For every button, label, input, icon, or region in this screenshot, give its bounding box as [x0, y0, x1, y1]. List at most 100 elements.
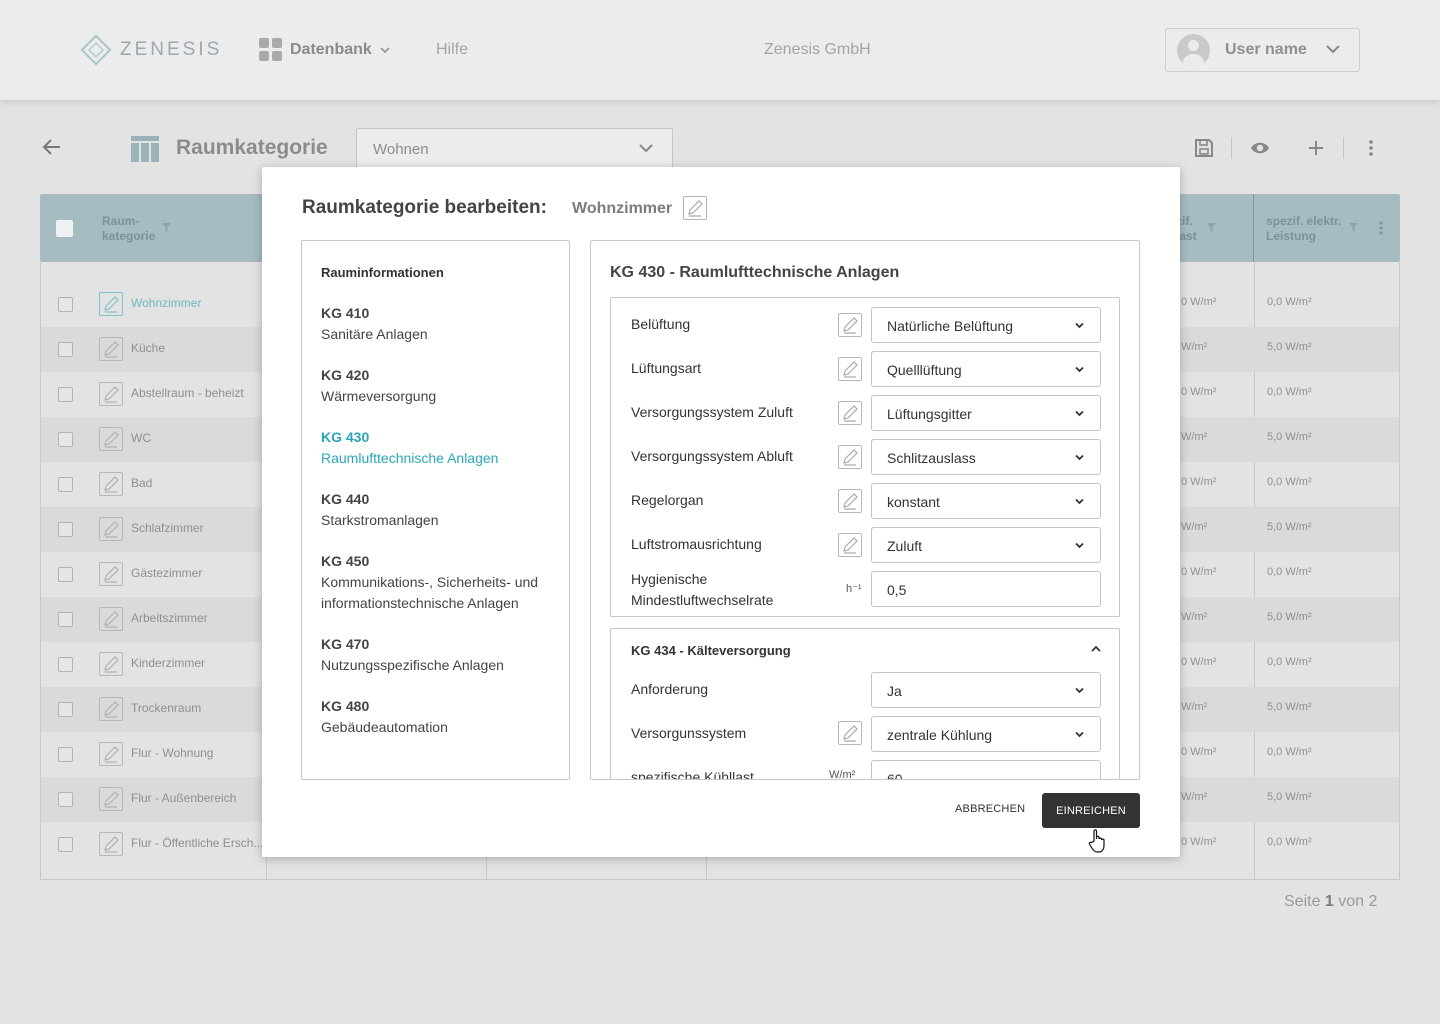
nav-item-kg440[interactable]: KG 440 Starkstromanlagen [321, 489, 561, 531]
row-checkbox[interactable] [58, 342, 73, 357]
row-edit-button[interactable] [99, 427, 123, 451]
row-name[interactable]: Flur - Öffentliche Ersch... [131, 836, 264, 850]
column-header-room-category[interactable]: Raum- kategorie [102, 214, 155, 244]
row-edit-button[interactable] [99, 517, 123, 541]
field-edit-button[interactable] [838, 445, 862, 469]
row-edit-button[interactable] [99, 697, 123, 721]
more-vertical-icon[interactable] [1375, 220, 1387, 236]
row-name[interactable]: WC [131, 431, 151, 445]
eye-icon[interactable] [1249, 137, 1271, 159]
row-edit-button[interactable] [99, 472, 123, 496]
cooling-load-input[interactable]: 60 [871, 760, 1101, 779]
nav-item-code: KG 420 [321, 367, 370, 383]
column-header-power[interactable]: spezif. elektr. Leistung [1266, 214, 1341, 244]
submit-button[interactable]: EINREICHEN [1042, 793, 1140, 828]
pencil-icon [843, 361, 858, 378]
cancel-button[interactable]: ABBRECHEN [955, 803, 1025, 815]
nav-item-kg420[interactable]: KG 420 Wärmeversorgung [321, 365, 561, 407]
field-select[interactable]: Schlitzauslass [871, 439, 1101, 475]
nav-item-code: KG 450 [321, 553, 370, 569]
row-name[interactable]: Wohnzimmer [131, 296, 201, 310]
row-name[interactable]: Arbeitszimmer [131, 611, 208, 625]
field-edit-button[interactable] [838, 313, 862, 337]
nav-item-kg430[interactable]: KG 430 Raumlufttechnische Anlagen [321, 427, 561, 469]
row-checkbox[interactable] [58, 702, 73, 717]
row-name[interactable]: Küche [131, 341, 165, 355]
field-select[interactable]: Natürliche Belüftung [871, 307, 1101, 343]
row-load-value: 0 W/m² [1181, 746, 1217, 758]
field-edit-button[interactable] [838, 401, 862, 425]
row-name[interactable]: Kinderzimmer [131, 656, 205, 670]
row-checkbox[interactable] [58, 747, 73, 762]
row-power-value: 5,0 W/m² [1267, 791, 1312, 803]
pagination-current[interactable]: 1 [1325, 893, 1334, 910]
row-checkbox[interactable] [58, 612, 73, 627]
field-select[interactable]: Zuluft [871, 527, 1101, 563]
nav-item-kg480[interactable]: KG 480 Gebäudeautomation [321, 696, 561, 738]
supply-system-edit-button[interactable] [838, 721, 862, 745]
field-select[interactable]: Lüftungsgitter [871, 395, 1101, 431]
filter-icon[interactable] [1349, 223, 1358, 232]
row-edit-button[interactable] [99, 562, 123, 586]
row-name[interactable]: Abstellraum - beheizt [131, 386, 244, 400]
row-name[interactable]: Flur - Wohnung [131, 746, 213, 760]
chevron-up-icon[interactable] [1091, 645, 1101, 653]
row-checkbox[interactable] [58, 567, 73, 582]
row-name[interactable]: Schlafzimmer [131, 521, 204, 535]
room-info-heading: Rauminformationen [321, 265, 444, 280]
back-arrow-icon[interactable] [40, 135, 64, 159]
nav-item-kg410[interactable]: KG 410 Sanitäre Anlagen [321, 303, 561, 345]
cooling-field-group: KG 434 - Kälteversorgung Anforderung Ja … [610, 628, 1120, 779]
nav-item-kg450[interactable]: KG 450 Kommunikations-, Sicherheits- und… [321, 551, 561, 614]
row-edit-button[interactable] [99, 292, 123, 316]
kg430-form-panel[interactable]: KG 430 - Raumlufttechnische Anlagen Belü… [590, 240, 1140, 780]
page-title: Raumkategorie [176, 136, 328, 159]
row-edit-button[interactable] [99, 832, 123, 856]
row-edit-button[interactable] [99, 787, 123, 811]
save-icon[interactable] [1193, 137, 1215, 159]
row-checkbox[interactable] [58, 657, 73, 672]
row-checkbox[interactable] [58, 477, 73, 492]
field-edit-button[interactable] [838, 533, 862, 557]
category-select[interactable]: Wohnen [356, 128, 673, 168]
supply-system-select[interactable]: zentrale Kühlung [871, 716, 1101, 752]
filter-icon[interactable] [1207, 223, 1216, 232]
nav-item-code: KG 480 [321, 698, 370, 714]
nav-database-menu[interactable]: Datenbank [259, 38, 390, 61]
field-select-value: Zuluft [887, 538, 923, 554]
edit-name-button[interactable] [683, 196, 707, 220]
user-menu[interactable]: User name [1165, 28, 1360, 72]
row-checkbox[interactable] [58, 522, 73, 537]
requirement-select[interactable]: Ja [871, 672, 1101, 708]
row-name[interactable]: Flur - Außenbereich [131, 791, 236, 805]
field-select[interactable]: konstant [871, 483, 1101, 519]
row-checkbox[interactable] [58, 387, 73, 402]
hygiene-rate-input[interactable]: 0,5 [871, 571, 1101, 607]
row-checkbox[interactable] [58, 297, 73, 312]
hygiene-rate-value: 0,5 [887, 582, 907, 598]
nav-item-label: Nutzungsspezifische Anlagen [321, 657, 504, 673]
row-load-value: W/m² [1181, 521, 1208, 533]
row-edit-button[interactable] [99, 742, 123, 766]
row-checkbox[interactable] [58, 432, 73, 447]
select-all-checkbox[interactable] [56, 220, 73, 237]
field-edit-button[interactable] [838, 489, 862, 513]
row-load-value: W/m² [1181, 611, 1208, 623]
row-checkbox[interactable] [58, 792, 73, 807]
zenesis-logo[interactable]: ZENESIS [80, 34, 222, 66]
row-edit-button[interactable] [99, 337, 123, 361]
row-name[interactable]: Gästezimmer [131, 566, 202, 580]
plus-icon[interactable] [1305, 137, 1327, 159]
more-vertical-icon[interactable] [1360, 137, 1382, 159]
nav-item-kg470[interactable]: KG 470 Nutzungsspezifische Anlagen [321, 634, 561, 676]
row-edit-button[interactable] [99, 607, 123, 631]
row-name[interactable]: Trockenraum [131, 701, 201, 715]
field-edit-button[interactable] [838, 357, 862, 381]
filter-icon[interactable] [162, 223, 171, 232]
field-select[interactable]: Quelllüftung [871, 351, 1101, 387]
row-checkbox[interactable] [58, 837, 73, 852]
nav-help-link[interactable]: Hilfe [436, 41, 468, 59]
row-edit-button[interactable] [99, 652, 123, 676]
row-name[interactable]: Bad [131, 476, 152, 490]
row-edit-button[interactable] [99, 382, 123, 406]
